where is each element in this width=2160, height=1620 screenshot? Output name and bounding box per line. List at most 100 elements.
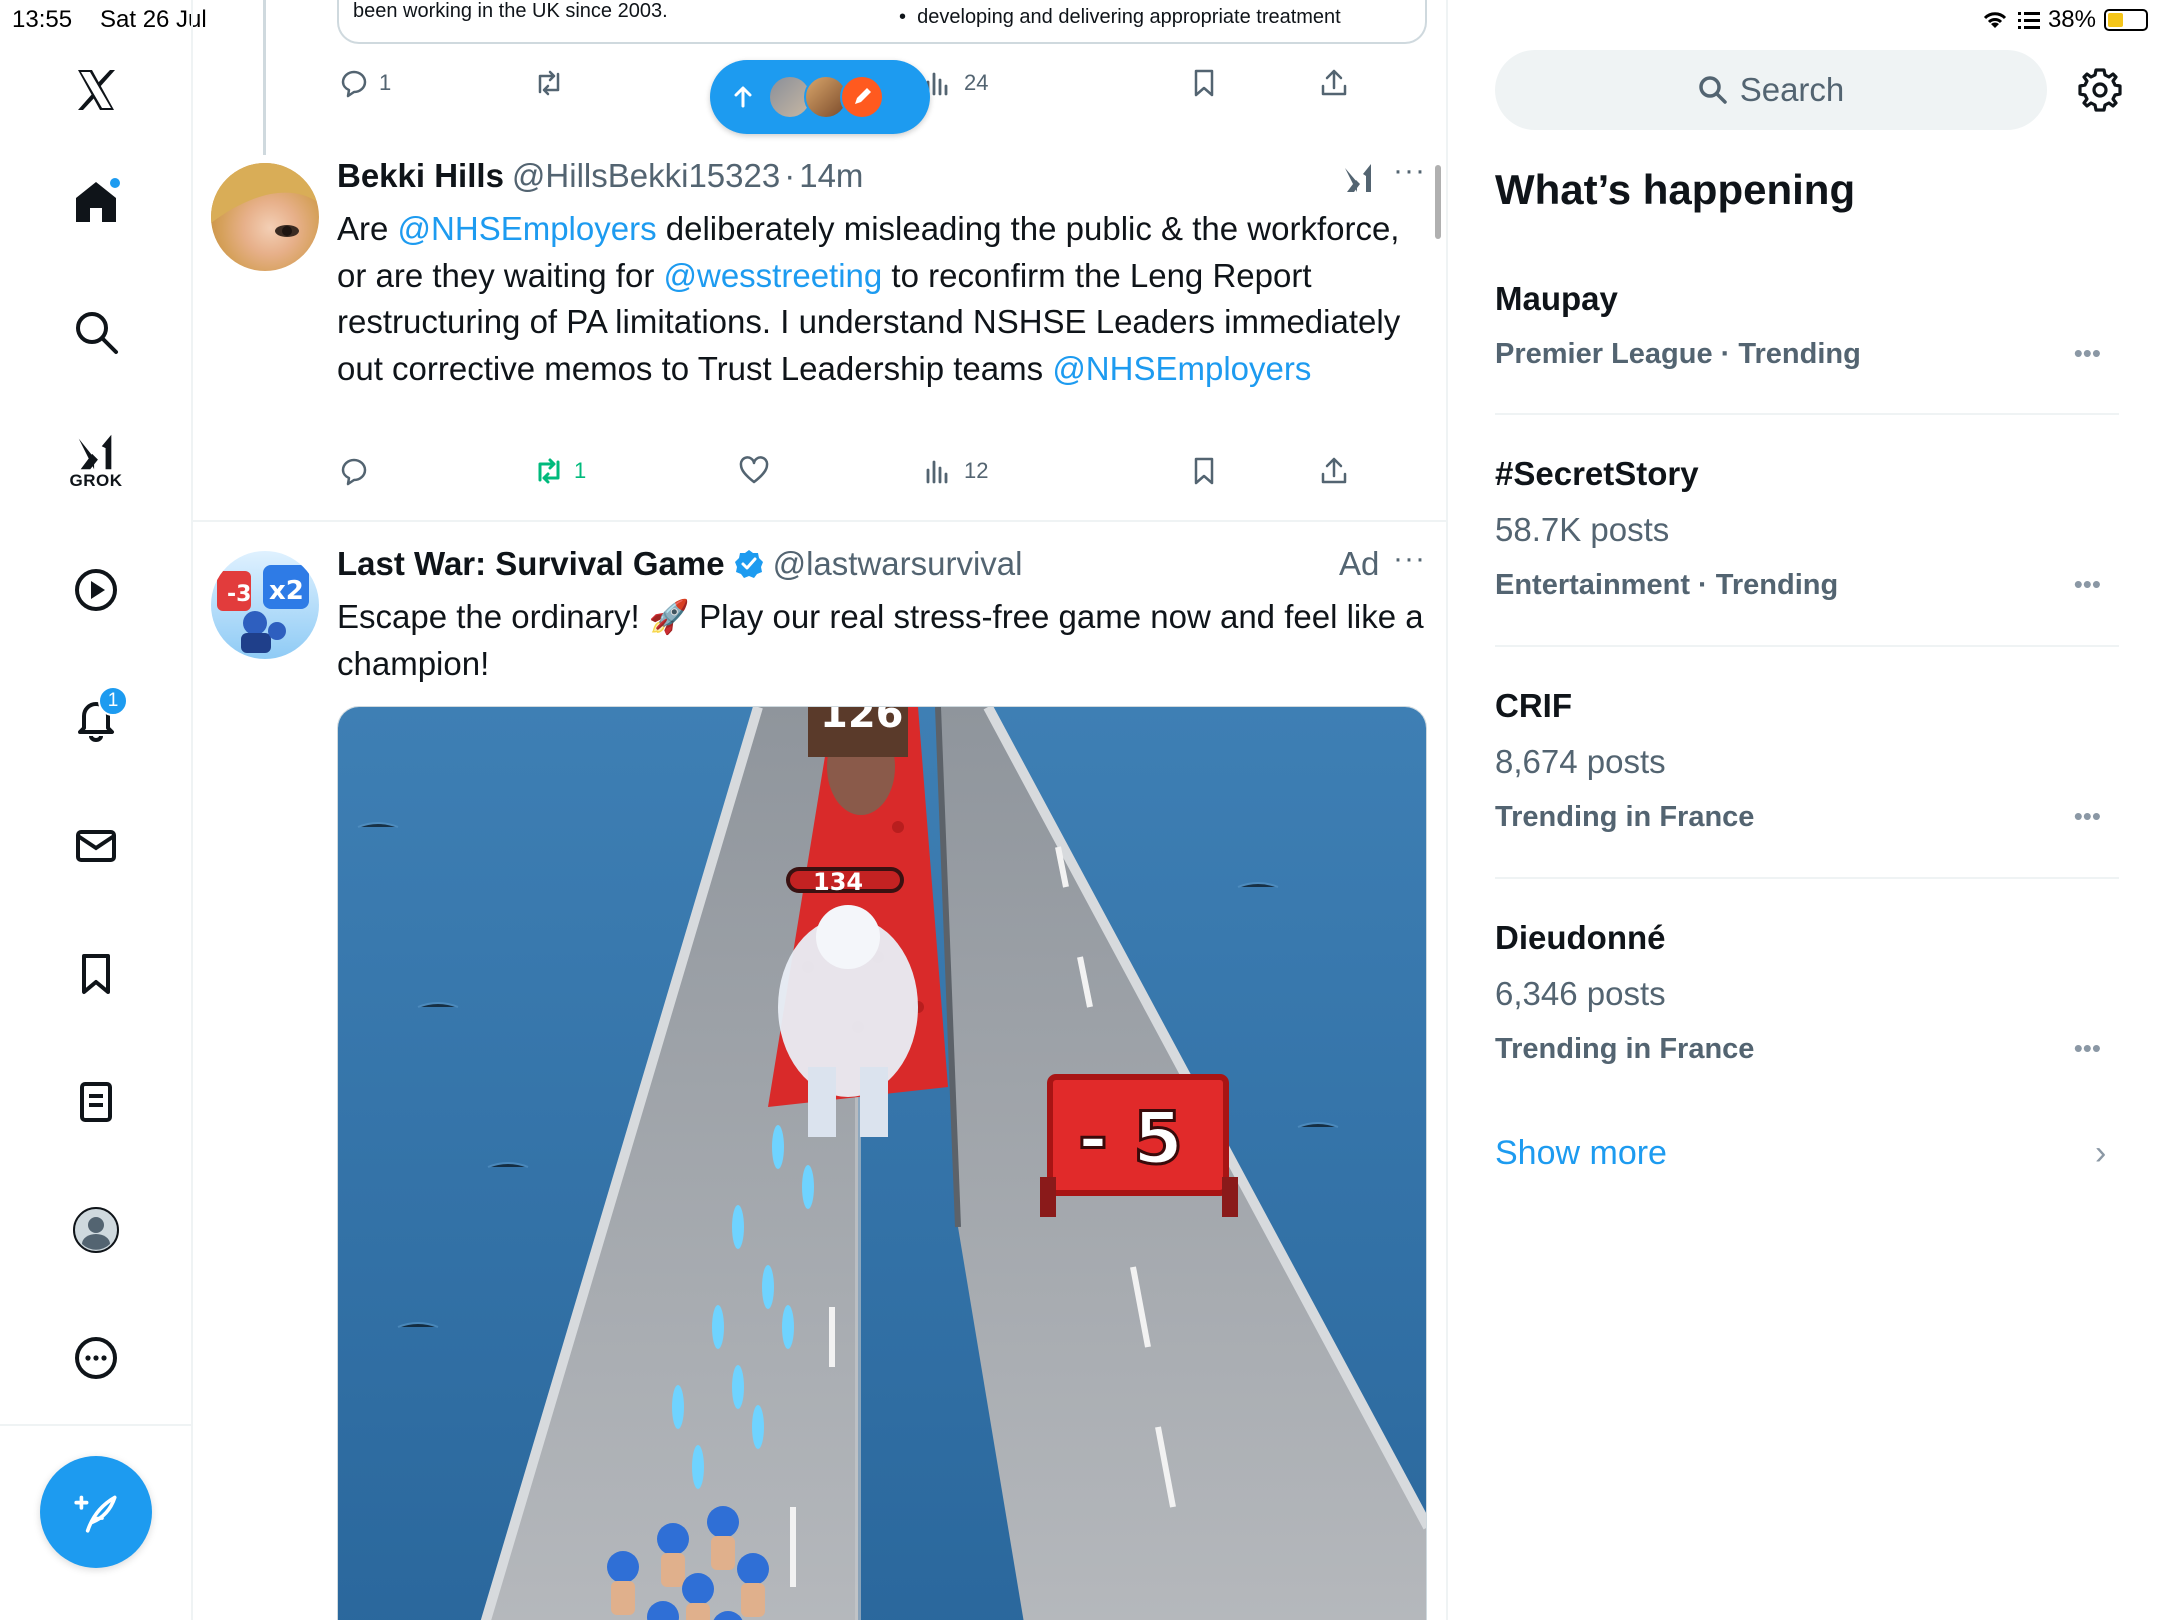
post-body: Are @NHSEmployers deliberately misleadin… <box>337 206 1427 392</box>
battery-icon <box>2104 9 2148 31</box>
mention-link[interactable]: @wesstreeting <box>664 257 883 294</box>
trend-item[interactable]: #SecretStory 58.7K posts Entertainment ·… <box>1495 455 2119 605</box>
nav-profile[interactable] <box>56 1190 136 1270</box>
nav-lists[interactable] <box>56 1062 136 1142</box>
views-button[interactable]: 12 <box>922 446 988 496</box>
mention-link[interactable]: @NHSEmployers <box>398 210 657 247</box>
advertiser-name[interactable]: Last War: Survival Game <box>337 545 725 583</box>
nav-notifications[interactable]: 1 <box>56 678 136 758</box>
mail-icon <box>76 830 116 862</box>
enemy-count-label: 134 <box>813 868 863 896</box>
bookmark-button[interactable] <box>1187 58 1221 108</box>
play-circle-icon <box>75 569 117 611</box>
share-icon <box>1321 457 1347 484</box>
trend-meta: Entertainment · Trending <box>1495 569 1839 601</box>
ad-more-icon[interactable]: ··· <box>1393 542 1426 576</box>
home-new-dot <box>108 176 122 190</box>
trend-divider <box>1495 413 2119 415</box>
reply-count: 1 <box>379 70 392 95</box>
quoted-post[interactable]: been working in the UK since 2003. • dev… <box>337 0 1427 44</box>
chevron-right-icon: › <box>2095 1134 2107 1172</box>
list-status-icon <box>2017 12 2040 29</box>
share-button[interactable] <box>1317 446 1351 496</box>
post-time[interactable]: 14m <box>799 157 863 195</box>
repost-button[interactable] <box>532 58 566 108</box>
nav-video[interactable] <box>56 550 136 630</box>
show-more-link[interactable]: Show more <box>1495 1134 1667 1173</box>
author-handle[interactable]: @HillsBekki15323 <box>512 157 780 195</box>
trend-item[interactable]: Maupay Premier League · Trending ••• <box>1495 280 2119 410</box>
trend-meta: Premier League · Trending <box>1495 338 1861 370</box>
bookmark-button[interactable] <box>1187 446 1221 496</box>
bookmark-icon <box>1194 69 1214 97</box>
search-input[interactable]: Search <box>1495 50 2047 130</box>
nav-messages[interactable] <box>56 806 136 886</box>
trend-more-icon[interactable]: ••• <box>2074 569 2101 600</box>
trend-more-icon[interactable]: ••• <box>2074 338 2101 369</box>
grok-explain-icon[interactable] <box>1341 160 1377 196</box>
trend-item[interactable]: CRIF 8,674 posts Trending in France ••• <box>1495 687 2119 837</box>
verified-badge-icon <box>734 550 763 578</box>
trend-more-icon[interactable]: ••• <box>2074 801 2101 832</box>
trend-meta: Trending in France <box>1495 801 1755 833</box>
search-placeholder: Search <box>1739 71 1845 108</box>
views-chart-icon <box>926 460 948 484</box>
repost-button[interactable]: 1 <box>532 446 586 496</box>
notifications-badge: 1 <box>98 686 128 716</box>
grok-icon <box>78 434 112 470</box>
like-button[interactable] <box>737 446 771 496</box>
grok-label: GROK <box>69 471 123 490</box>
reply-button[interactable]: 1 <box>337 58 391 108</box>
trend-divider <box>1495 645 2119 647</box>
reply-icon <box>341 458 367 486</box>
more-circle-icon <box>75 1337 117 1379</box>
post-more-icon[interactable]: ··· <box>1393 154 1426 188</box>
scroll-indicator[interactable] <box>1435 165 1441 239</box>
compose-post-button[interactable] <box>40 1456 152 1568</box>
repost-count: 1 <box>574 458 587 483</box>
svg-text:-3: -3 <box>227 582 251 607</box>
battery-percent: 38% <box>2047 6 2096 33</box>
reply-button[interactable] <box>337 446 371 496</box>
timeline: been working in the UK since 2003. • dev… <box>193 0 1448 1620</box>
status-indicators: 38% <box>1980 6 2148 34</box>
profile-avatar-icon <box>73 1207 119 1253</box>
views-button[interactable]: 24 <box>922 58 988 108</box>
nav-grok[interactable]: GROK <box>56 420 136 500</box>
author-name[interactable]: Bekki Hills <box>337 157 504 195</box>
ad-media-video[interactable]: 134 126 - 5 <box>337 706 1427 1620</box>
advertiser-avatar[interactable]: -3 x2 <box>211 551 319 659</box>
trend-name: Maupay <box>1495 280 1618 317</box>
ad-body: Escape the ordinary! 🚀 Play our real str… <box>337 598 1424 682</box>
share-button[interactable] <box>1317 58 1351 108</box>
nav-more[interactable] <box>56 1318 136 1398</box>
header-separator: · <box>784 157 796 194</box>
search-icon <box>1698 76 1727 104</box>
bookmark-icon <box>82 954 110 994</box>
trend-more-icon[interactable]: ••• <box>2074 1033 2101 1064</box>
repost-icon <box>538 70 560 96</box>
author-avatar[interactable] <box>211 163 319 271</box>
trend-item[interactable]: Dieudonné 6,346 posts Trending in France… <box>1495 919 2119 1069</box>
gear-icon[interactable] <box>2076 66 2124 114</box>
mention-link[interactable]: @NHSEmployers <box>1052 350 1311 387</box>
search-icon <box>76 312 118 354</box>
repost-icon <box>538 458 560 484</box>
nav-home[interactable] <box>56 162 136 242</box>
advertiser-handle[interactable]: @lastwarsurvival <box>773 545 1023 583</box>
ad-label: Ad <box>1339 545 1380 582</box>
post-text: Are <box>337 210 398 247</box>
post-header: Last War: Survival Game @lastwarsurvival <box>337 545 1022 583</box>
trend-divider <box>1495 877 2119 879</box>
feather-plus-icon <box>74 1495 117 1533</box>
quoted-post-right-text: • developing and delivering appropriate … <box>899 6 1341 28</box>
x-logo-icon[interactable] <box>56 50 136 130</box>
nav-bookmarks[interactable] <box>56 934 136 1014</box>
nav-search[interactable] <box>56 292 136 372</box>
pill-avatar-3 <box>840 75 884 119</box>
new-posts-pill[interactable] <box>710 60 930 134</box>
quoted-post-left-text: been working in the UK since 2003. <box>353 0 668 22</box>
trends-heading: What’s happening <box>1495 166 1856 213</box>
wifi-icon <box>1983 12 2007 28</box>
reply-icon <box>341 70 367 98</box>
